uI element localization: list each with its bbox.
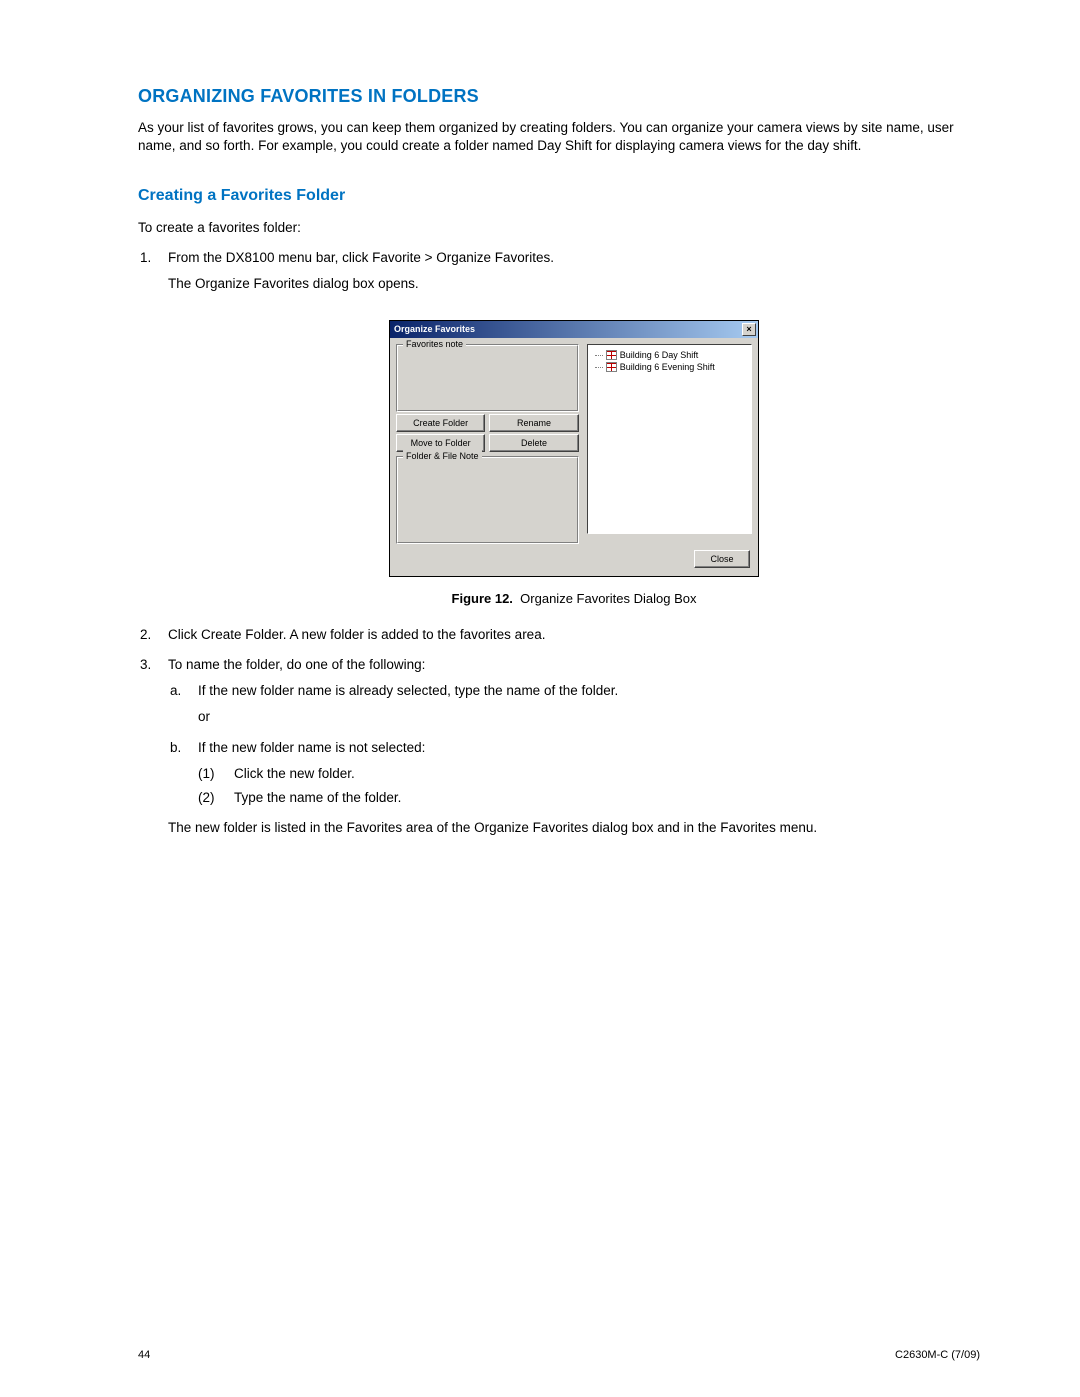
or-text: or [198, 707, 980, 727]
step-2-text: Click Create Folder. A new folder is add… [168, 627, 545, 642]
page-number: 44 [138, 1349, 150, 1361]
section-heading: ORGANIZING FAVORITES IN FOLDERS [138, 86, 980, 107]
figure-label: Figure 12. [452, 591, 513, 606]
step-1-text: From the DX8100 menu bar, click Favorite… [168, 250, 554, 265]
figure-caption: Figure 12. Organize Favorites Dialog Box [168, 589, 980, 609]
tree-item[interactable]: Building 6 Day Shift [592, 349, 747, 361]
step-3a-text: If the new folder name is already select… [198, 683, 618, 698]
dialog-titlebar[interactable]: Organize Favorites × [390, 321, 758, 338]
step-2: 2. Click Create Folder. A new folder is … [168, 625, 980, 645]
subsection-heading: Creating a Favorites Folder [138, 187, 980, 205]
step-3: 3. To name the folder, do one of the fol… [168, 655, 980, 839]
step-3b-text: If the new folder name is not selected: [198, 740, 425, 755]
favorites-tree[interactable]: Building 6 Day Shift Building 6 Evening … [587, 344, 752, 534]
folder-file-note-label: Folder & File Note [403, 450, 482, 464]
grid-icon [606, 350, 617, 360]
close-icon[interactable]: × [742, 323, 756, 336]
rename-button[interactable]: Rename [489, 414, 578, 432]
organize-favorites-dialog: Organize Favorites × Favorites note Crea… [389, 320, 759, 577]
step-3-final: The new folder is listed in the Favorite… [168, 818, 980, 838]
favorites-note-label: Favorites note [403, 338, 466, 352]
step-3b-2-text: Type the name of the folder. [234, 790, 401, 805]
favorites-note-group: Favorites note [396, 344, 579, 412]
close-button[interactable]: Close [694, 550, 750, 568]
intro-paragraph: As your list of favorites grows, you can… [138, 119, 980, 155]
lead-text: To create a favorites folder: [138, 219, 980, 237]
tree-item-label: Building 6 Day Shift [620, 349, 699, 361]
dialog-title: Organize Favorites [394, 323, 475, 337]
delete-button[interactable]: Delete [489, 434, 578, 452]
grid-icon [606, 362, 617, 372]
step-3b-1-text: Click the new folder. [234, 766, 355, 781]
create-folder-button[interactable]: Create Folder [396, 414, 485, 432]
tree-item[interactable]: Building 6 Evening Shift [592, 361, 747, 373]
step-3b-2: (2) Type the name of the folder. [234, 788, 980, 808]
folder-file-note-group: Folder & File Note [396, 456, 579, 544]
step-3b-1: (1) Click the new folder. [234, 764, 980, 784]
step-1-sub: The Organize Favorites dialog box opens. [168, 274, 980, 294]
tree-item-label: Building 6 Evening Shift [620, 361, 715, 373]
doc-id: C2630M-C (7/09) [895, 1349, 980, 1361]
step-3a: a. If the new folder name is already sel… [198, 681, 980, 728]
figure-caption-text: Organize Favorites Dialog Box [520, 591, 696, 606]
step-3-text: To name the folder, do one of the follow… [168, 657, 425, 672]
step-3b: b. If the new folder name is not selecte… [198, 738, 980, 809]
step-1: 1. From the DX8100 menu bar, click Favor… [168, 248, 980, 609]
